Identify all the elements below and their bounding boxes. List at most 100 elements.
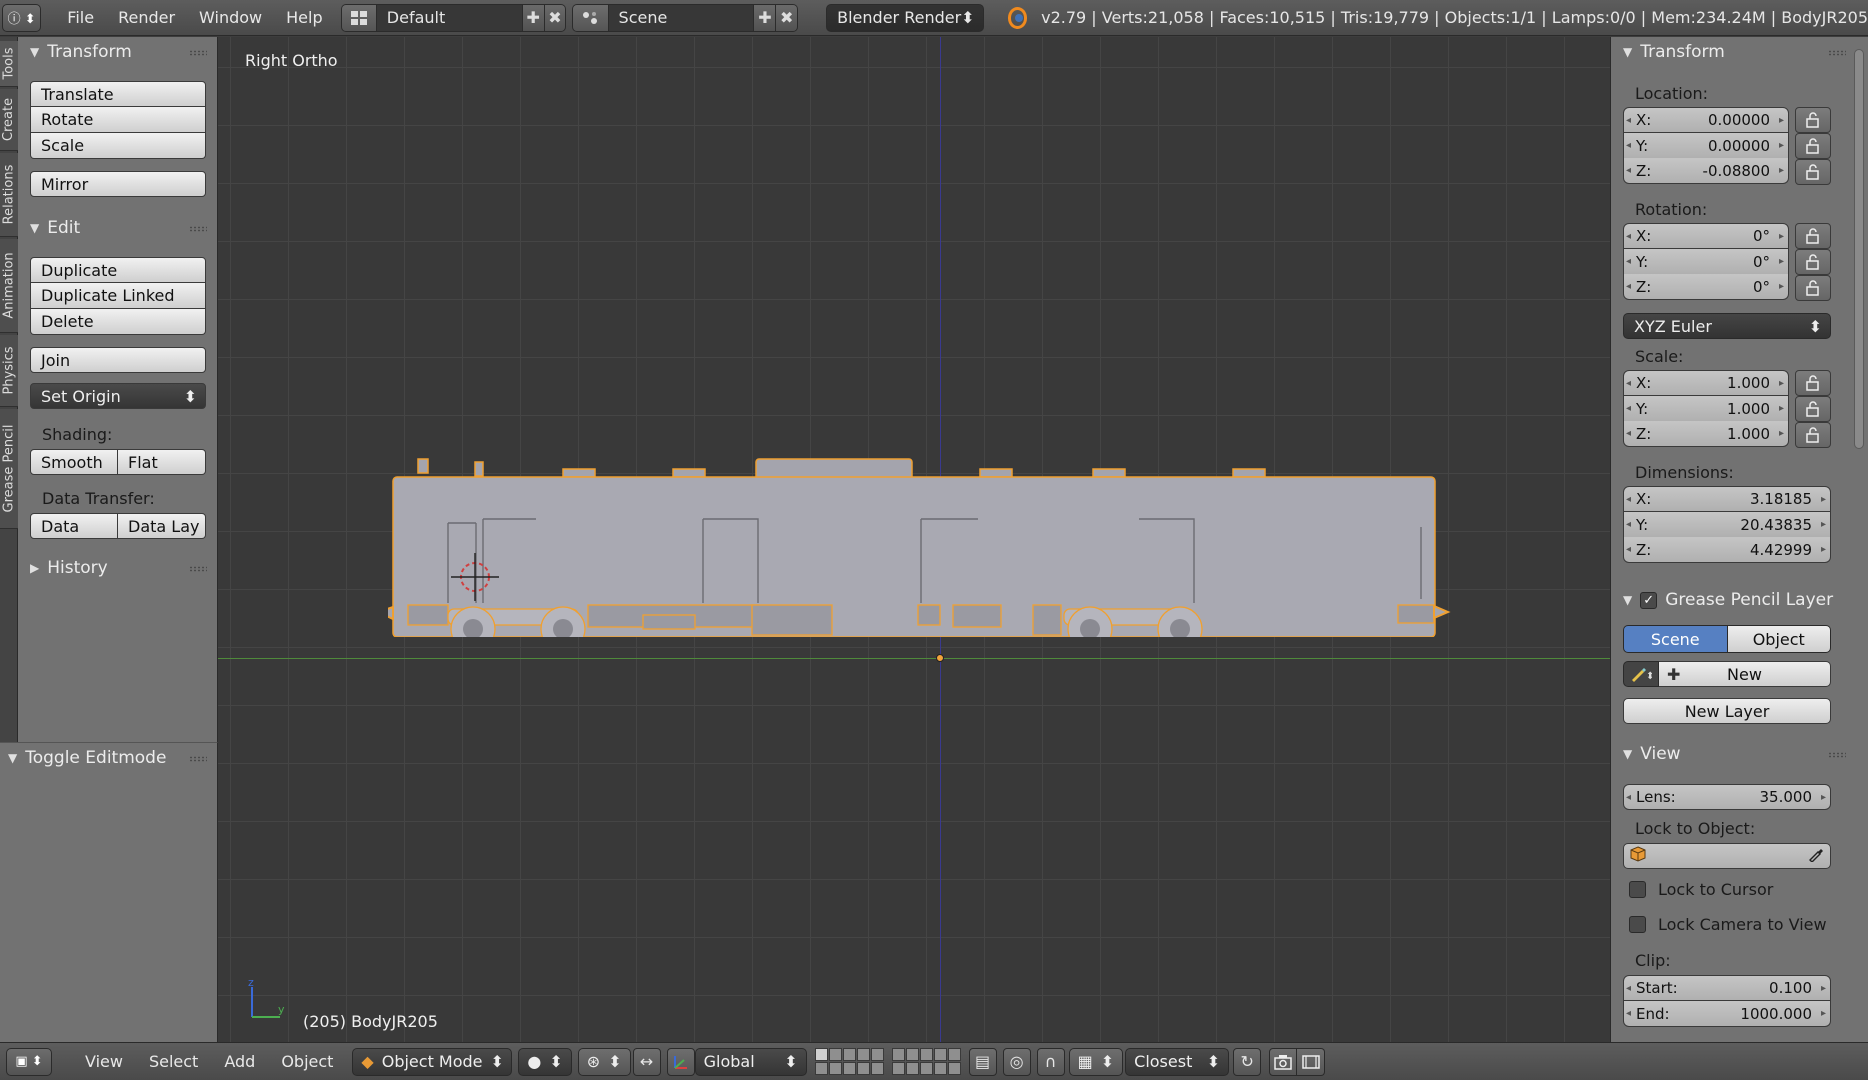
snap-target-dropdown[interactable]: Closest ⬍	[1125, 1047, 1230, 1076]
snap-element-dropdown[interactable]: ▦ ⬍	[1068, 1047, 1124, 1076]
edit-panel-header[interactable]: ▼ Edit	[18, 213, 80, 243]
transform-axes-icon[interactable]	[666, 1047, 695, 1076]
data-lay-button[interactable]: Data Lay	[118, 513, 206, 539]
view-panel-header[interactable]: ▼ View	[1611, 739, 1681, 769]
scale-button[interactable]: Scale	[30, 133, 206, 159]
add-scene-icon[interactable]: ✚	[753, 4, 776, 31]
smooth-button[interactable]: Smooth	[30, 449, 118, 475]
history-panel-header[interactable]: ▶ History	[18, 553, 108, 583]
layer-toggle[interactable]	[919, 1048, 933, 1061]
layer-buttons-left[interactable]	[814, 1048, 884, 1075]
set-origin-dropdown[interactable]: Set Origin ⬍	[30, 383, 206, 409]
lock-scale-z-icon[interactable]	[1795, 422, 1831, 448]
lens-field[interactable]: Lens:35.000	[1623, 784, 1831, 810]
lock-location-x-icon[interactable]	[1795, 107, 1831, 133]
dimension-y-field[interactable]: Y:20.43835	[1623, 512, 1831, 538]
panel-scrollbar[interactable]	[1854, 49, 1864, 449]
layer-toggle[interactable]	[828, 1048, 842, 1061]
menu-object[interactable]: Object	[268, 1052, 346, 1071]
panel-grip-icon[interactable]	[189, 226, 207, 232]
scene-name[interactable]: Scene	[609, 8, 754, 27]
layer-toggle[interactable]	[933, 1062, 947, 1075]
dimension-z-field[interactable]: Z:4.42999	[1623, 537, 1831, 563]
panel-grip-icon[interactable]	[1828, 50, 1846, 56]
menu-render[interactable]: Render	[106, 8, 187, 27]
join-button[interactable]: Join	[30, 347, 206, 373]
toggle-editmode-header[interactable]: ▼ Toggle Editmode	[0, 743, 166, 773]
lock-object-field[interactable]	[1623, 843, 1831, 869]
tab-animation[interactable]: Animation	[0, 239, 18, 333]
lock-rotation-y-icon[interactable]	[1795, 249, 1831, 275]
lock-to-cursor-checkbox[interactable]: Lock to Cursor	[1629, 880, 1773, 899]
layer-buttons-right[interactable]	[891, 1048, 961, 1075]
scale-y-field[interactable]: Y:1.000	[1623, 396, 1789, 422]
layer-toggle[interactable]	[814, 1062, 828, 1075]
panel-grip-icon[interactable]	[1828, 752, 1846, 758]
layer-toggle[interactable]	[947, 1048, 961, 1061]
data-button[interactable]: Data	[30, 513, 118, 539]
snap-rotate-icon[interactable]: ↻	[1233, 1047, 1262, 1076]
lock-location-y-icon[interactable]	[1795, 133, 1831, 159]
clip-start-field[interactable]: Start:0.100	[1623, 975, 1831, 1001]
transform-orientation-dropdown[interactable]: Global ⬍	[694, 1047, 807, 1076]
rotation-z-field[interactable]: Z:0°	[1623, 274, 1789, 300]
layout-grid-icon[interactable]	[341, 4, 377, 31]
layer-toggle[interactable]	[870, 1062, 884, 1075]
eyedropper-icon[interactable]	[1808, 846, 1824, 866]
tab-relations[interactable]: Relations	[0, 153, 18, 237]
lock-scale-y-icon[interactable]	[1795, 396, 1831, 422]
flat-button[interactable]: Flat	[118, 449, 206, 475]
translate-button[interactable]: Translate	[30, 81, 206, 107]
mirror-button[interactable]: Mirror	[30, 171, 206, 197]
viewport-shading-dropdown[interactable]: ● ⬍	[518, 1047, 572, 1076]
pivot-point-dropdown[interactable]: ⊛ ⬍	[577, 1047, 631, 1076]
remove-layout-icon[interactable]: ✖	[543, 4, 566, 31]
3d-viewport[interactable]: Right Ortho z y (205) BodyJR205	[218, 37, 1610, 1042]
rotate-button[interactable]: Rotate	[30, 107, 206, 133]
layer-toggle[interactable]	[842, 1062, 856, 1075]
panel-grip-icon[interactable]	[189, 50, 207, 56]
menu-file[interactable]: File	[55, 8, 106, 27]
scale-z-field[interactable]: Z:1.000	[1623, 421, 1789, 447]
gp-new-button[interactable]: ✚ New	[1659, 661, 1831, 687]
layer-toggle[interactable]	[870, 1048, 884, 1061]
rotation-x-field[interactable]: X:0°	[1623, 223, 1789, 249]
duplicate-button[interactable]: Duplicate	[30, 257, 206, 283]
scene-icon[interactable]	[573, 4, 609, 31]
layer-toggle[interactable]	[828, 1062, 842, 1075]
interaction-mode-dropdown[interactable]: ◆ Object Mode ⬍	[352, 1047, 513, 1076]
editor-type-button[interactable]: ▣ ⬍	[6, 1047, 52, 1076]
grease-pencil-layer-header[interactable]: ▼ ✓ Grease Pencil Layer	[1611, 585, 1833, 615]
lock-camera-to-view-checkbox[interactable]: Lock Camera to View	[1629, 915, 1827, 934]
menu-add[interactable]: Add	[211, 1052, 268, 1071]
panel-grip-icon[interactable]	[189, 566, 207, 572]
tab-physics[interactable]: Physics	[0, 335, 18, 407]
tab-create[interactable]: Create	[0, 89, 18, 151]
render-animation-icon[interactable]	[1297, 1047, 1326, 1076]
transform-panel-header[interactable]: ▼ Transform	[18, 37, 132, 67]
pencil-icon[interactable]: ⬍	[1623, 661, 1659, 687]
gp-object-button[interactable]: Object	[1727, 625, 1831, 653]
train-car-model[interactable]	[388, 407, 1458, 637]
add-layout-icon[interactable]: ✚	[521, 4, 544, 31]
rotation-y-field[interactable]: Y:0°	[1623, 249, 1789, 275]
lock-location-z-icon[interactable]	[1795, 159, 1831, 185]
layer-toggle[interactable]	[933, 1048, 947, 1061]
editor-type-button[interactable]: ⓘ ⬍	[2, 3, 42, 32]
scene-selector[interactable]: Scene ✚ ✖	[572, 3, 799, 32]
snap-magnet-icon[interactable]: ∩	[1036, 1047, 1065, 1076]
screen-layout-name[interactable]: Default	[377, 8, 522, 27]
layer-toggle[interactable]	[891, 1062, 905, 1075]
transform-panel-header[interactable]: ▼ Transform	[1611, 37, 1725, 67]
layer-toggle[interactable]	[905, 1048, 919, 1061]
lock-rotation-x-icon[interactable]	[1795, 223, 1831, 249]
proportional-edit-icon[interactable]: ◎	[1002, 1047, 1031, 1076]
manipulator-toggle-icon[interactable]: ↔	[632, 1047, 661, 1076]
menu-help[interactable]: Help	[274, 8, 334, 27]
panel-grip-icon[interactable]	[189, 756, 207, 762]
tab-tools[interactable]: Tools	[0, 41, 18, 87]
layer-toggle[interactable]	[947, 1062, 961, 1075]
lock-layers-icon[interactable]: ▤	[968, 1047, 997, 1076]
menu-select[interactable]: Select	[136, 1052, 211, 1071]
menu-view[interactable]: View	[72, 1052, 136, 1071]
